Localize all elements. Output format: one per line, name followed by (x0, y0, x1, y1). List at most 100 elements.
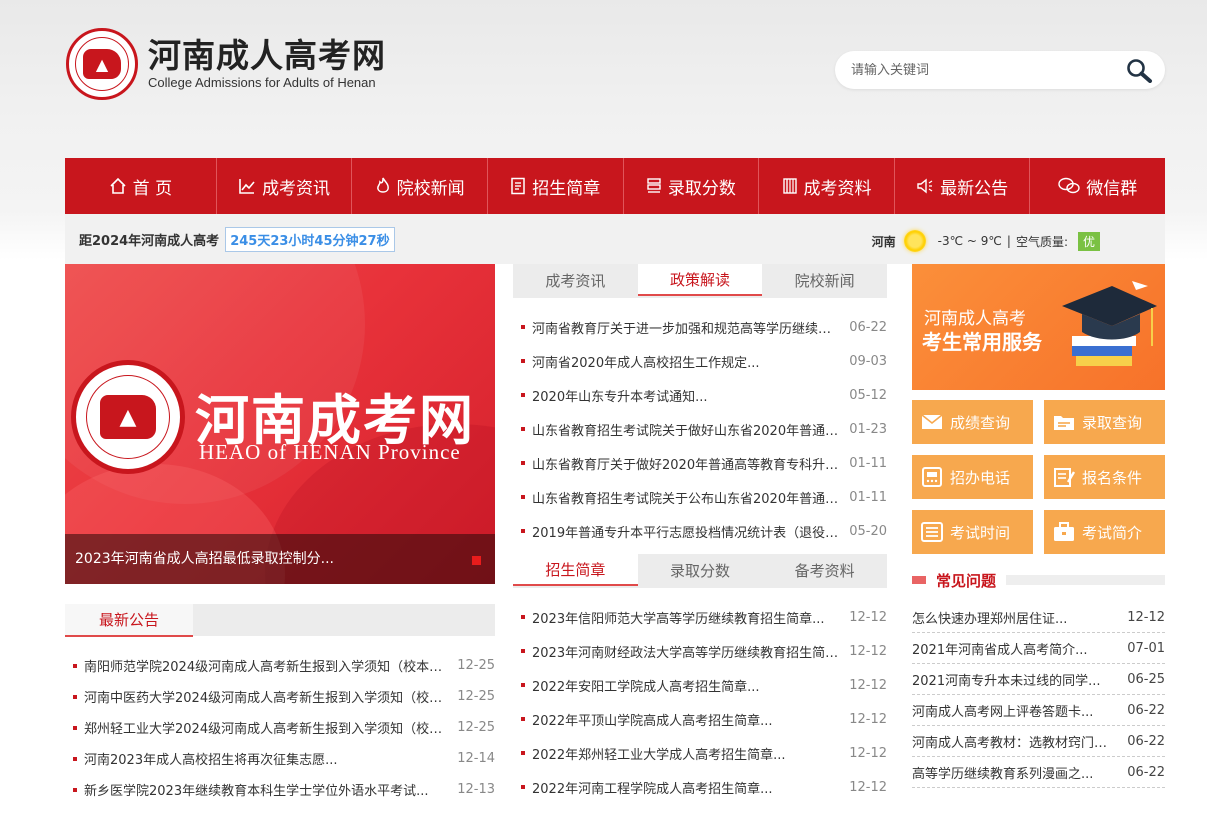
item-title[interactable]: 2022年河南工程学院成人高考招生简章... (532, 778, 839, 797)
admission-panel: 招生简章 录取分数 备考资料 2023年信阳师范大学高等学历继续教育招生简章..… (513, 554, 887, 804)
item-date: 12-12 (849, 711, 887, 727)
service-office-phone[interactable]: 招办电话 (912, 455, 1033, 499)
tab-school-news[interactable]: 院校新闻 (762, 264, 887, 298)
list-item[interactable]: 河南成人高考教材：选教材窍门？... 06-22 (912, 726, 1165, 757)
item-title[interactable]: 2023年信阳师范大学高等学历继续教育招生简章... (532, 608, 839, 627)
nav-item-scores[interactable]: 录取分数 (624, 158, 760, 214)
briefcase-icon (1050, 521, 1078, 543)
list-item[interactable]: 河南省2020年成人高校招生工作规定... 09-03 (513, 344, 887, 378)
item-title[interactable]: 山东省教育招生考试院关于做好山东省2020年普通高等学校... (532, 420, 839, 439)
nav-item-announcements[interactable]: 最新公告 (895, 158, 1031, 214)
nav-label: 录取分数 (667, 178, 736, 199)
list-item[interactable]: 新乡医学院2023年继续教育本科生学士学位外语水平考试... 12-13 (65, 774, 495, 805)
site-logo[interactable]: ▲ 河南成人高考网 College Admissions for Adults … (66, 28, 386, 100)
service-admission-query[interactable]: 录取查询 (1044, 400, 1165, 444)
item-title[interactable]: 新乡医学院2023年继续教育本科生学士学位外语水平考试... (84, 780, 447, 799)
item-title[interactable]: 2022年郑州轻工业大学成人高考招生简章... (532, 744, 839, 763)
service-exam-intro[interactable]: 考试简介 (1044, 510, 1165, 554)
list-item[interactable]: 高等学历继续教育系列漫画之... 06-22 (912, 757, 1165, 788)
search-input[interactable] (851, 62, 1111, 78)
item-title[interactable]: 郑州轻工业大学2024级河南成人高考新生报到入学须知（校本部） (84, 718, 447, 737)
document-icon (510, 177, 526, 195)
item-title[interactable]: 河南成人高考网上评卷答题卡... (912, 701, 1117, 720)
item-title[interactable]: 高等学历继续教育系列漫画之... (912, 763, 1117, 782)
list-item[interactable]: 南阳师范学院2024级河南成人高考新生报到入学须知（校本部） 12-25 (65, 650, 495, 681)
list-item[interactable]: 河南省教育厅关于进一步加强和规范高等学历继续教育... 06-22 (513, 310, 887, 344)
faq-panel: 常见问题 怎么快速办理郑州居住证... 12-12 2021年河南省成人高考简介.… (912, 568, 1165, 788)
list-item[interactable]: 山东省教育厅关于做好2020年普通高等教育专科升本科... 01-11 (513, 446, 887, 480)
item-title[interactable]: 山东省教育招生考试院关于公布山东省2020年普通高校... (532, 488, 839, 507)
search-icon[interactable] (1125, 57, 1153, 83)
list-item[interactable]: 山东省教育招生考试院关于做好山东省2020年普通高等学校... 01-23 (513, 412, 887, 446)
hero-banner[interactable]: ▲ 河南成考网 HEAO of HENAN Province 2023年河南省成… (65, 264, 495, 584)
tab-exam-news[interactable]: 成考资讯 (513, 264, 638, 298)
phone-icon (918, 466, 946, 488)
graduation-cap-icon (1062, 281, 1157, 366)
nav-item-news[interactable]: 成考资讯 (217, 158, 353, 214)
promo-line2: 考生常用服务 (922, 330, 1042, 354)
service-requirements[interactable]: 报名条件 (1044, 455, 1165, 499)
list-item[interactable]: 2021年河南省成人高考简介... 07-01 (912, 633, 1165, 664)
list-item[interactable]: 2019年普通专升本平行志愿投档情况统计表（退役士兵） 05-20 (513, 514, 887, 548)
banner-caption[interactable]: 2023年河南省成人高招最低录取控制分... (65, 534, 495, 584)
nav-item-home[interactable]: 首 页 (65, 158, 217, 214)
banner-subtitle: HEAO of HENAN Province (199, 440, 461, 464)
item-title[interactable]: 2021河南专升本未过线的同学... (912, 670, 1117, 689)
services-promo-banner[interactable]: 河南成人高考 考生常用服务 (912, 264, 1165, 390)
item-date: 07-01 (1127, 640, 1165, 656)
service-label: 录取查询 (1082, 413, 1143, 432)
list-item[interactable]: 2022年平顶山学院高成人高考招生简章... 12-12 (513, 702, 887, 736)
service-score-query[interactable]: 成绩查询 (912, 400, 1033, 444)
item-title[interactable]: 河南成人高考教材：选教材窍门？... (912, 732, 1117, 751)
tab-scores[interactable]: 录取分数 (638, 554, 763, 588)
list-item[interactable]: 2023年河南财经政法大学高等学历继续教育招生简章... 12-12 (513, 634, 887, 668)
list-item[interactable]: 河南成人高考网上评卷答题卡... 06-22 (912, 695, 1165, 726)
nav-item-school-news[interactable]: 院校新闻 (352, 158, 488, 214)
item-title[interactable]: 2022年安阳工学院成人高考招生简章... (532, 676, 839, 695)
list-item[interactable]: 山东省教育招生考试院关于公布山东省2020年普通高校... 01-11 (513, 480, 887, 514)
item-date: 12-25 (457, 689, 495, 704)
nav-item-admission-guide[interactable]: 招生简章 (488, 158, 624, 214)
list-item[interactable]: 郑州轻工业大学2024级河南成人高考新生报到入学须知（校本部） 12-25 (65, 712, 495, 743)
faq-title[interactable]: 常见问题 (936, 570, 996, 591)
item-title[interactable]: 2023年河南财经政法大学高等学历继续教育招生简章... (532, 642, 839, 661)
item-title[interactable]: 2022年平顶山学院高成人高考招生简章... (532, 710, 839, 729)
item-title[interactable]: 2020年山东专升本考试通知... (532, 386, 839, 405)
item-date: 01-11 (849, 489, 887, 505)
list-item[interactable]: 河南2023年成人高校招生将再次征集志愿... 12-14 (65, 743, 495, 774)
services-grid: 成绩查询 录取查询 招办电话 报名条件 考试时间 考试简介 (912, 400, 1165, 554)
carousel-dot[interactable] (472, 556, 481, 565)
item-title[interactable]: 河南2023年成人高校招生将再次征集志愿... (84, 749, 447, 768)
service-exam-time[interactable]: 考试时间 (912, 510, 1033, 554)
item-title[interactable]: 2019年普通专升本平行志愿投档情况统计表（退役士兵） (532, 522, 839, 541)
list-item[interactable]: 河南中医药大学2024级河南成人高考新生报到入学须知（校本部） 12-25 (65, 681, 495, 712)
item-title[interactable]: 山东省教育厅关于做好2020年普通高等教育专科升本科... (532, 454, 839, 473)
list-item[interactable]: 2022年郑州轻工业大学成人高考招生简章... 12-12 (513, 736, 887, 770)
item-title[interactable]: 怎么快速办理郑州居住证... (912, 608, 1117, 627)
tab-admission-guide[interactable]: 招生简章 (513, 554, 638, 586)
item-title[interactable]: 南阳师范学院2024级河南成人高考新生报到入学须知（校本部） (84, 656, 447, 675)
nav-label: 微信群 (1086, 178, 1138, 199)
item-title[interactable]: 河南省2020年成人高校招生工作规定... (532, 352, 839, 371)
sun-icon (903, 230, 926, 252)
list-item[interactable]: 2023年信阳师范大学高等学历继续教育招生简章... 12-12 (513, 600, 887, 634)
notice-title[interactable]: 最新公告 (65, 604, 193, 637)
item-title[interactable]: 2021年河南省成人高考简介... (912, 639, 1117, 658)
list-item[interactable]: 2022年河南工程学院成人高考招生简章... 12-12 (513, 770, 887, 804)
tab-prep[interactable]: 备考资料 (762, 554, 887, 588)
list-item[interactable]: 2022年安阳工学院成人高考招生简章... 12-12 (513, 668, 887, 702)
tab-policy[interactable]: 政策解读 (637, 264, 763, 296)
search-box (835, 51, 1165, 89)
nav-label: 首 页 (132, 178, 173, 199)
nav-item-wechat[interactable]: 微信群 (1030, 158, 1165, 214)
weather-widget: 河南 -3℃ ~ 9℃ | 空气质量: 优 (872, 230, 1100, 252)
list-item[interactable]: 怎么快速办理郑州居住证... 12-12 (912, 602, 1165, 633)
service-label: 招办电话 (950, 468, 1011, 487)
nav-item-materials[interactable]: 成考资料 (759, 158, 895, 214)
list-item[interactable]: 2020年山东专升本考试通知... 05-12 (513, 378, 887, 412)
item-title[interactable]: 河南省教育厅关于进一步加强和规范高等学历继续教育... (532, 318, 839, 337)
list-item[interactable]: 2021河南专升本未过线的同学... 06-25 (912, 664, 1165, 695)
item-date: 12-13 (457, 782, 495, 797)
item-date: 05-20 (849, 523, 887, 539)
item-title[interactable]: 河南中医药大学2024级河南成人高考新生报到入学须知（校本部） (84, 687, 447, 706)
